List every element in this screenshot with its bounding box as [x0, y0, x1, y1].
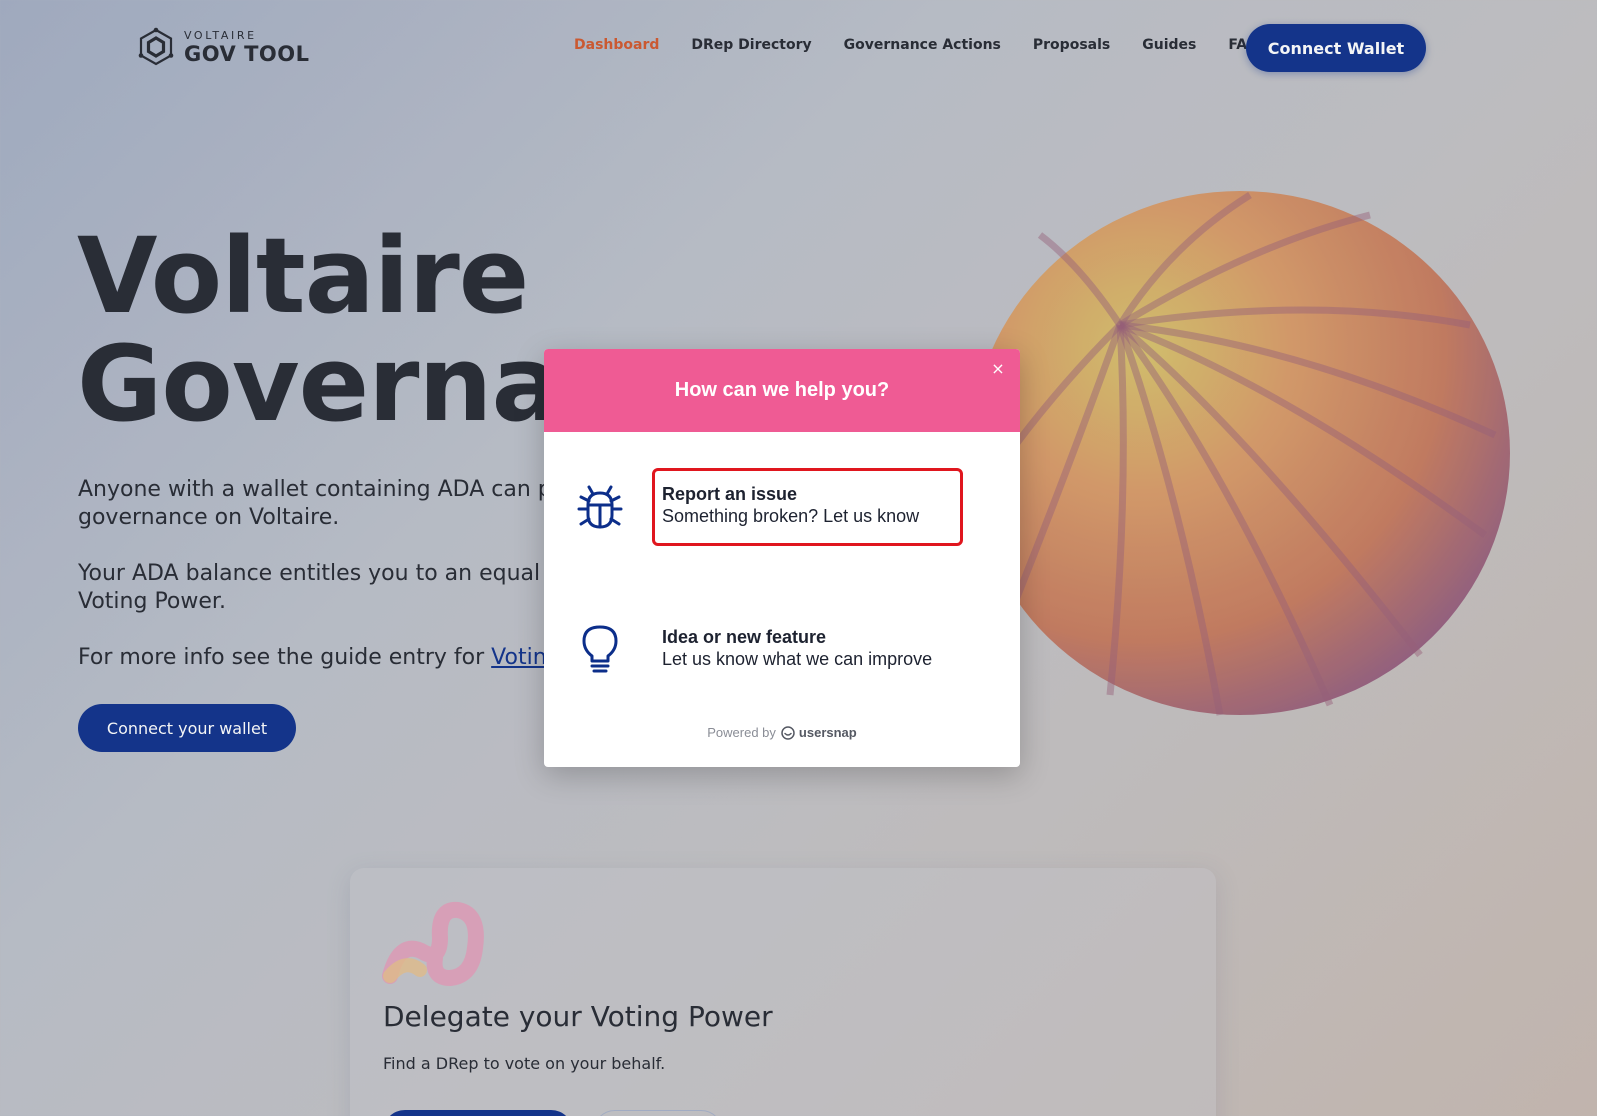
modal-title: How can we help you? [674, 379, 890, 401]
idea-feature-option[interactable]: Idea or new feature Let us know what we … [544, 611, 1020, 691]
close-icon[interactable]: × [988, 359, 1008, 379]
modal-header: How can we help you? × [544, 349, 1020, 432]
idea-feature-text: Idea or new feature Let us know what we … [662, 627, 932, 670]
lightbulb-icon [582, 625, 618, 673]
feedback-modal: How can we help you? × Report an issue S… [544, 349, 1020, 767]
report-issue-highlight-box [652, 468, 963, 546]
idea-feature-title: Idea or new feature [662, 627, 827, 647]
bug-icon [577, 485, 623, 529]
usersnap-brand: usersnap [798, 725, 857, 740]
usersnap-logo-icon [781, 725, 795, 740]
powered-by-label: Powered by [707, 725, 776, 740]
powered-by-usersnap[interactable]: Powered by usersnap [544, 725, 1020, 740]
idea-feature-subtitle: Let us know what we can improve [662, 649, 933, 669]
